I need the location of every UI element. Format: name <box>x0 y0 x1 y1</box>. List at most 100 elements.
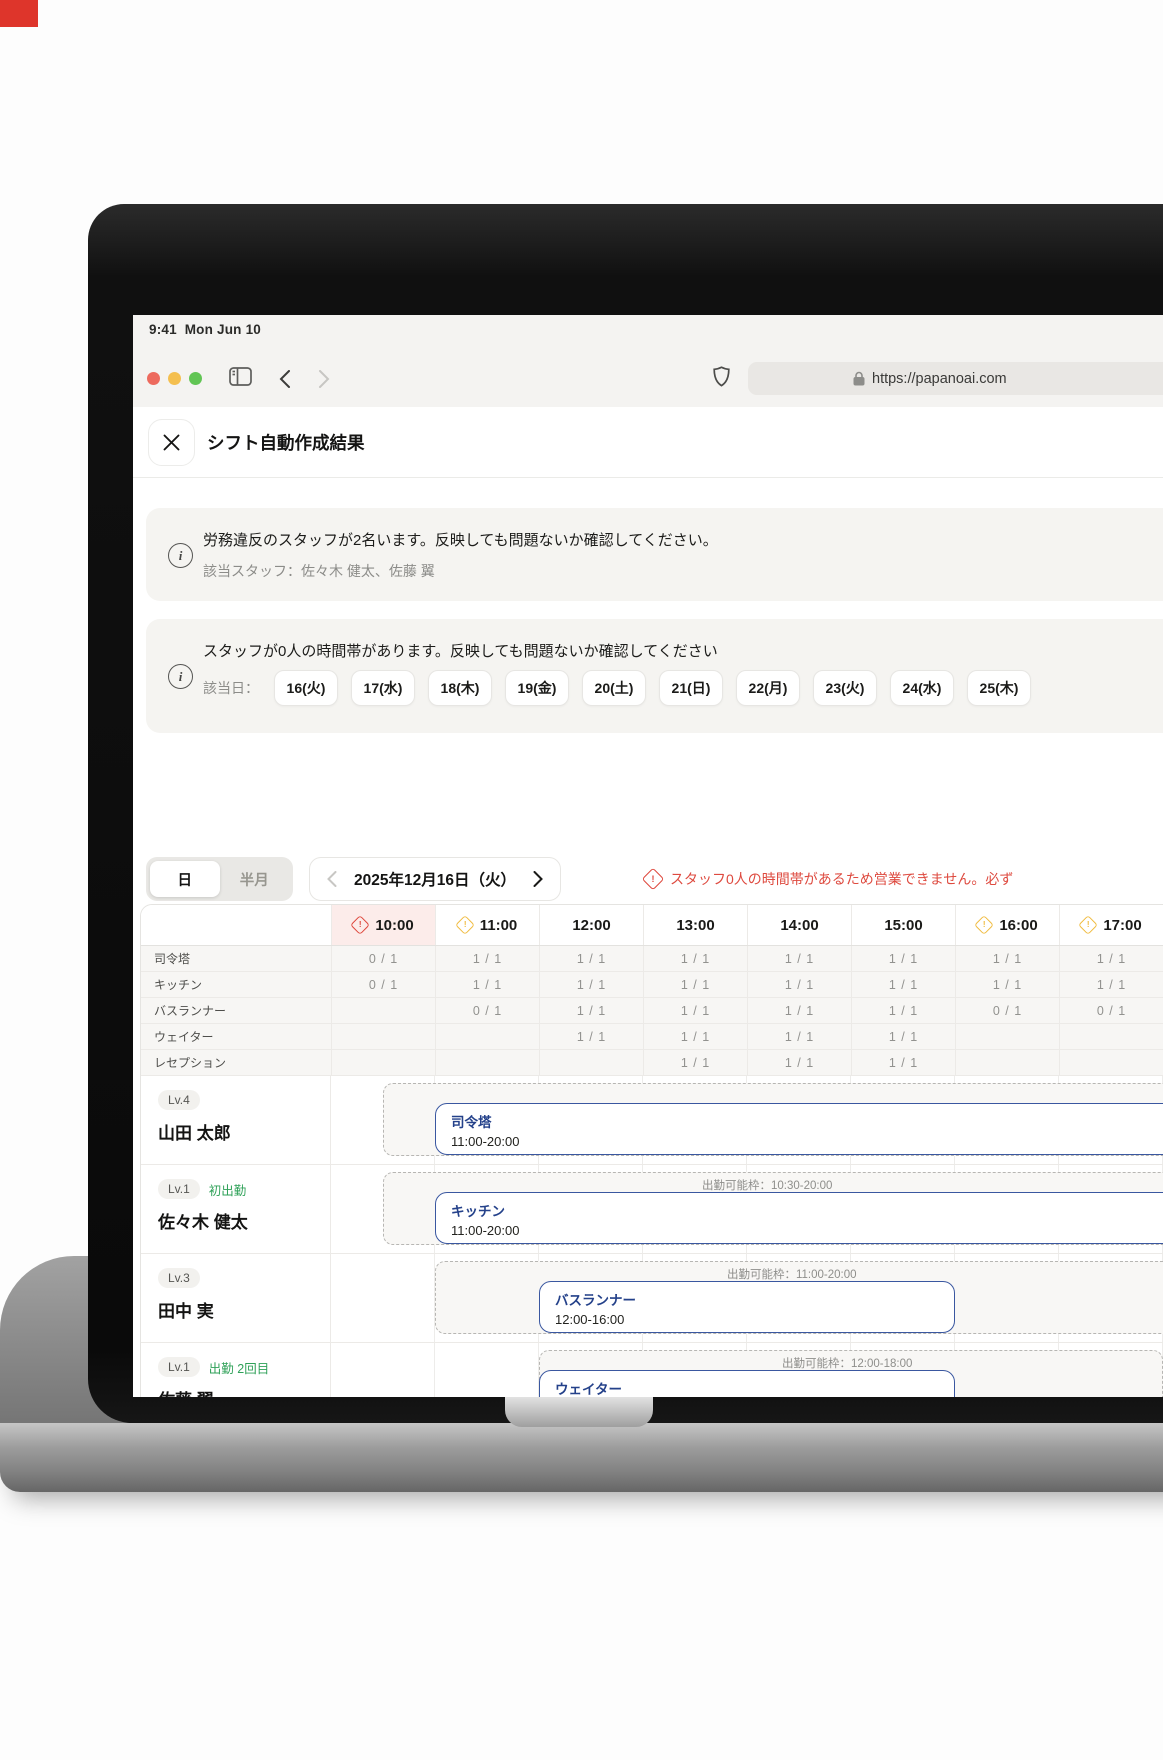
notice-text: 労務違反のスタッフが2名います。反映しても問題ないか確認してください。 <box>203 529 718 550</box>
date-chip[interactable]: 18(木) <box>428 670 492 706</box>
sidebar-toggle-icon[interactable] <box>229 367 252 386</box>
role-count-cell: 1 / 1 <box>539 946 643 971</box>
date-chip-list: 該当日： 16(火) 17(水) 18(木) 19(金) 20(土) 21(日) 22(月)… <box>203 670 1031 706</box>
window-zoom-button[interactable] <box>189 372 202 385</box>
role-count-cell <box>435 1050 539 1075</box>
role-summary-row: キッチン0 / 11 / 11 / 11 / 11 / 11 / 11 / 11… <box>141 972 1163 998</box>
window-minimize-button[interactable] <box>168 372 181 385</box>
date-chip[interactable]: 22(月) <box>736 670 800 706</box>
window-close-button[interactable] <box>147 372 160 385</box>
role-count-cell: 1 / 1 <box>747 998 851 1023</box>
date-chip[interactable]: 25(木) <box>967 670 1031 706</box>
operation-alert: ! スタッフ0人の時間帯があるため営業できません。必ず <box>645 857 1163 901</box>
role-count-cell: 1 / 1 <box>539 1024 643 1049</box>
role-count-cell <box>331 1024 435 1049</box>
time-label: 14:00 <box>780 917 818 934</box>
date-chip-list-label: 該当日： <box>203 678 259 698</box>
forward-button-icon[interactable] <box>318 370 330 388</box>
date-chip[interactable]: 17(水) <box>351 670 415 706</box>
staff-status-tag: 初出勤 <box>209 1180 247 1199</box>
shift-role-label: バスランナー <box>555 1289 954 1309</box>
role-count-cell: 1 / 1 <box>1059 946 1163 971</box>
laptop-screen: 9:41 Mon Jun 10 <box>133 315 1163 1397</box>
role-count-cell: 1 / 1 <box>747 946 851 971</box>
shift-time-label: 11:00-20:00 <box>451 1223 1163 1238</box>
level-badge: Lv.3 <box>158 1268 200 1288</box>
role-count-cell: 1 / 1 <box>539 972 643 997</box>
shift-block[interactable]: 司令塔11:00-20:00 <box>435 1103 1163 1155</box>
role-count-cell: 0 / 1 <box>331 972 435 997</box>
date-chip[interactable]: 20(土) <box>582 670 646 706</box>
time-label: 10:00 <box>375 917 413 934</box>
alert-diamond-icon: ! <box>642 868 665 891</box>
date-navigator: 2025年12月16日（火） <box>309 857 561 901</box>
browser-toolbar: https://papanoai.com <box>133 345 1163 408</box>
shift-result-modal: シフト自動作成結果 i 労務違反のスタッフが2名います。反映しても問題ないか確認… <box>133 407 1163 1397</box>
staff-name: 山田 太郎 <box>158 1119 330 1144</box>
time-column-header: 14:00 <box>747 905 851 945</box>
shift-block[interactable]: バスランナー12:00-16:00 <box>539 1281 955 1333</box>
role-count-cell: 1 / 1 <box>747 972 851 997</box>
role-count-cell: 1 / 1 <box>1059 972 1163 997</box>
laptop-base <box>0 1423 1163 1492</box>
role-count-cell <box>955 1050 1059 1075</box>
gantt-lane: 司令塔11:00-20:00 <box>331 1076 1163 1164</box>
role-count-cell <box>331 1050 435 1075</box>
date-chip[interactable]: 24(水) <box>890 670 954 706</box>
role-count-cell <box>1059 1050 1163 1075</box>
staff-meta: Lv.3 <box>158 1268 330 1288</box>
time-column-header: !16:00 <box>955 905 1059 945</box>
close-button[interactable] <box>148 419 195 466</box>
staff-row: Lv.3田中 実出勤可能枠：11:00-20:00バスランナー12:00-16:… <box>141 1254 1163 1343</box>
role-count-cell: 1 / 1 <box>435 946 539 971</box>
staff-info-cell: Lv.1初出勤佐々木 健太 <box>141 1165 331 1253</box>
warning-diamond-icon: ! <box>974 915 994 935</box>
date-chip[interactable]: 21(日) <box>659 670 723 706</box>
back-button-icon[interactable] <box>279 370 291 388</box>
role-name: 司令塔 <box>141 946 331 971</box>
role-count-cell: 1 / 1 <box>851 998 955 1023</box>
shift-block[interactable]: キッチン11:00-20:00 <box>435 1192 1163 1244</box>
date-chip[interactable]: 19(金) <box>505 670 569 706</box>
lock-icon <box>853 371 865 386</box>
role-name: ウェイター <box>141 1024 331 1049</box>
availability-label: 出勤可能枠：11:00-20:00 <box>727 1266 857 1282</box>
chevron-right-icon[interactable] <box>533 871 543 887</box>
role-count-cell: 1 / 1 <box>539 998 643 1023</box>
time-column-header: !11:00 <box>435 905 539 945</box>
staff-meta: Lv.1初出勤 <box>158 1179 330 1199</box>
current-date-label: 2025年12月16日（火） <box>354 868 516 890</box>
role-summary-row: バスランナー0 / 11 / 11 / 11 / 11 / 10 / 10 / … <box>141 998 1163 1024</box>
laptop-lid-notch <box>505 1397 653 1427</box>
shift-block[interactable]: ウェイター12:00-16:00 <box>539 1370 955 1397</box>
role-summary-row: 司令塔0 / 11 / 11 / 11 / 11 / 11 / 11 / 11 … <box>141 946 1163 972</box>
staff-info-cell: Lv.4山田 太郎 <box>141 1076 331 1164</box>
role-count-cell: 0 / 1 <box>331 946 435 971</box>
role-count-cell: 1 / 1 <box>955 972 1059 997</box>
header-corner-cell <box>141 905 331 945</box>
role-name: バスランナー <box>141 998 331 1023</box>
role-name: キッチン <box>141 972 331 997</box>
privacy-shield-icon[interactable] <box>713 366 730 387</box>
gantt-lane: 出勤可能枠：10:30-20:00キッチン11:00-20:00 <box>331 1165 1163 1253</box>
role-name: レセプション <box>141 1050 331 1075</box>
role-count-cell: 1 / 1 <box>643 998 747 1023</box>
staff-name: 佐藤 翼 <box>158 1386 330 1397</box>
status-time-date: 9:41 Mon Jun 10 <box>149 322 261 337</box>
date-chip[interactable]: 23(火) <box>813 670 877 706</box>
url-field[interactable]: https://papanoai.com <box>748 362 1163 395</box>
date-chip[interactable]: 16(火) <box>274 670 338 706</box>
view-day-button[interactable]: 日 <box>150 861 220 897</box>
time-label: 13:00 <box>676 917 714 934</box>
staff-row: Lv.1初出勤佐々木 健太出勤可能枠：10:30-20:00キッチン11:00-… <box>141 1165 1163 1254</box>
time-column-header: !17:00 <box>1059 905 1163 945</box>
critical-diamond-icon: ! <box>350 915 370 935</box>
role-count-cell: 0 / 1 <box>955 998 1059 1023</box>
role-count-cell: 1 / 1 <box>747 1050 851 1075</box>
view-half-month-button[interactable]: 半月 <box>220 861 290 897</box>
info-icon: i <box>168 664 193 689</box>
staff-row: Lv.4山田 太郎 司令塔11:00-20:00 <box>141 1076 1163 1165</box>
staff-meta: Lv.1出勤 2回目 <box>158 1357 330 1377</box>
url-text: https://papanoai.com <box>872 371 1007 387</box>
chevron-left-icon[interactable] <box>327 871 337 887</box>
